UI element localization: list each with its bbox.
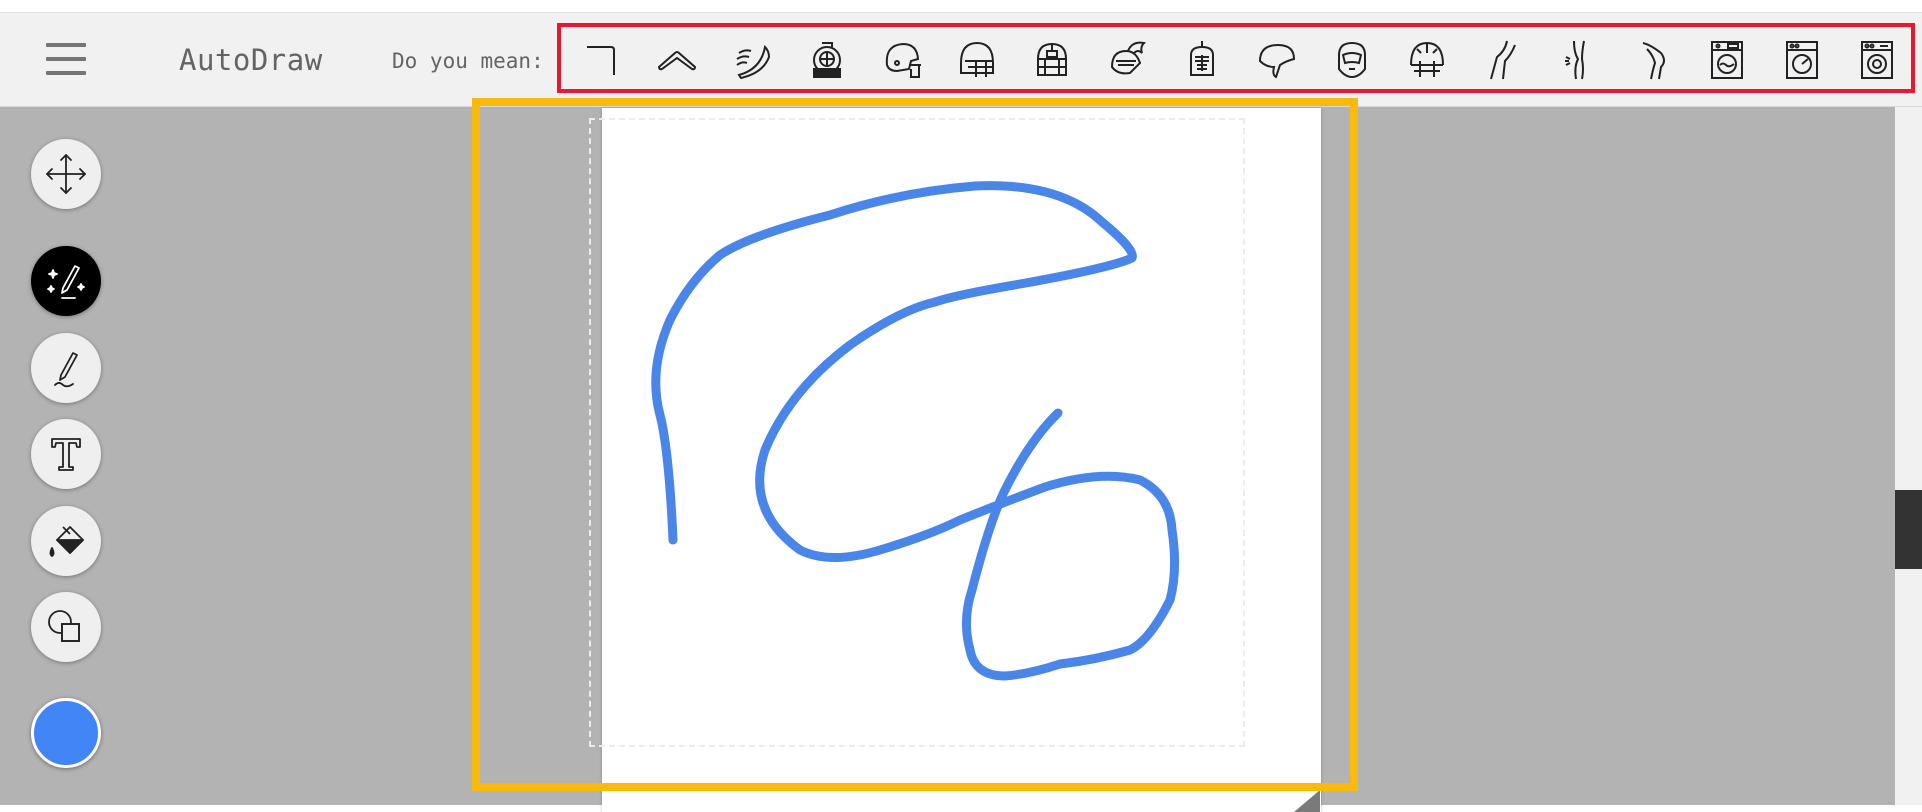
bike-helmet-icon[interactable] <box>1256 39 1298 81</box>
corner-line-icon[interactable] <box>581 39 623 81</box>
color-picker-button[interactable] <box>31 698 101 768</box>
paint-bucket-icon <box>49 526 84 557</box>
top-border <box>0 0 1922 13</box>
catcher-helmet-icon[interactable] <box>1031 39 1073 81</box>
football-helmet-grille-icon[interactable] <box>1406 39 1448 81</box>
dryer-icon[interactable] <box>1856 39 1898 81</box>
suggestion-bar <box>557 23 1915 93</box>
type-tool-button[interactable] <box>31 419 101 489</box>
football-helmet-front-icon[interactable] <box>956 39 998 81</box>
boomerang-icon[interactable] <box>656 39 698 81</box>
knight-helmet-icon[interactable] <box>1181 39 1223 81</box>
scrollbar-track[interactable] <box>1895 107 1922 805</box>
move-arrows-icon <box>46 154 86 194</box>
draw-tool-button[interactable] <box>31 333 101 403</box>
knight-helmet-plume-icon[interactable] <box>1106 39 1148 81</box>
diving-helmet-icon[interactable] <box>806 39 848 81</box>
canvas-highlight-frame <box>472 98 1358 791</box>
scrollbar-thumb[interactable] <box>1895 490 1922 569</box>
autodraw-sparkle-pencil-icon <box>47 265 85 299</box>
app-title: AutoDraw <box>179 43 323 77</box>
move-tool-button[interactable] <box>31 139 101 209</box>
autodraw-tool-button[interactable] <box>31 246 101 316</box>
fill-tool-button[interactable] <box>31 506 101 576</box>
washing-machine-icon[interactable] <box>1706 39 1748 81</box>
washing-machine-dial-icon[interactable] <box>1781 39 1823 81</box>
knee-joint-pain-icon[interactable] <box>1556 39 1598 81</box>
hamburger-menu-icon[interactable] <box>46 43 86 75</box>
shapes-icon <box>48 610 80 642</box>
shape-tool-button[interactable] <box>31 592 101 662</box>
canvas-resize-handle[interactable] <box>1294 790 1320 812</box>
knee-icon[interactable] <box>1481 39 1523 81</box>
text-t-icon <box>51 438 81 471</box>
leg-icon[interactable] <box>1631 39 1673 81</box>
suggestion-label: Do you mean: <box>392 49 544 73</box>
pencil-icon <box>54 352 78 388</box>
boomerang-motion-icon[interactable] <box>731 39 773 81</box>
top-toolbar: AutoDraw Do you mean: <box>0 13 1922 107</box>
football-helmet-icon[interactable] <box>881 39 923 81</box>
motorcycle-helmet-icon[interactable] <box>1331 39 1373 81</box>
